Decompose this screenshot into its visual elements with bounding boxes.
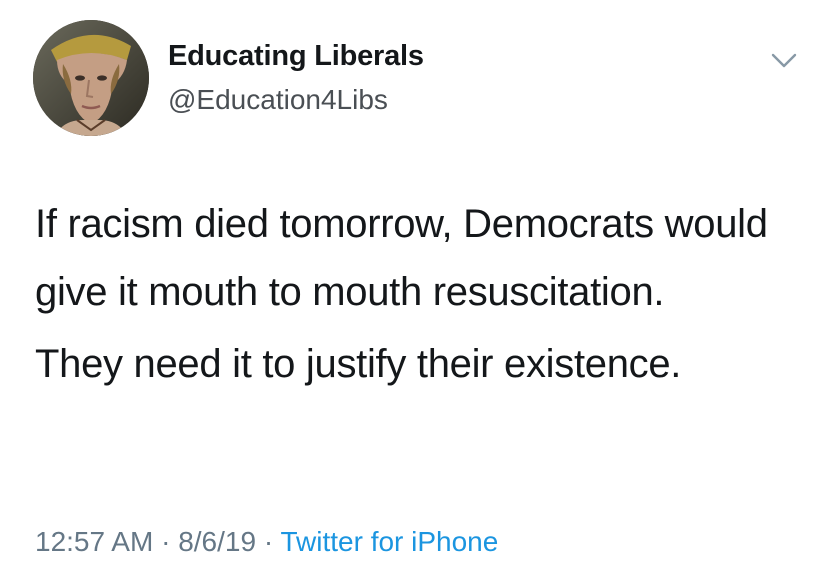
tweet-date[interactable]: 8/6/19 bbox=[178, 526, 256, 557]
author-display-name[interactable]: Educating Liberals bbox=[168, 40, 424, 73]
chevron-down-icon[interactable] bbox=[770, 52, 798, 70]
tweet-time[interactable]: 12:57 AM bbox=[35, 526, 153, 557]
tweet-metadata: 12:57 AM · 8/6/19 · Twitter for iPhone bbox=[35, 526, 498, 558]
tweet-paragraph: If racism died tomorrow, Democrats would… bbox=[35, 202, 768, 314]
tweet-text: If racism died tomorrow, Democrats would… bbox=[35, 190, 805, 398]
author-handle[interactable]: @Education4Libs bbox=[168, 84, 388, 116]
meta-separator: · bbox=[153, 526, 179, 557]
meta-separator: · bbox=[256, 526, 281, 557]
profile-photo bbox=[33, 20, 149, 136]
avatar[interactable] bbox=[33, 20, 149, 136]
tweet-paragraph: They need it to justify their existence. bbox=[35, 342, 682, 386]
tweet-source-link[interactable]: Twitter for iPhone bbox=[280, 526, 498, 557]
